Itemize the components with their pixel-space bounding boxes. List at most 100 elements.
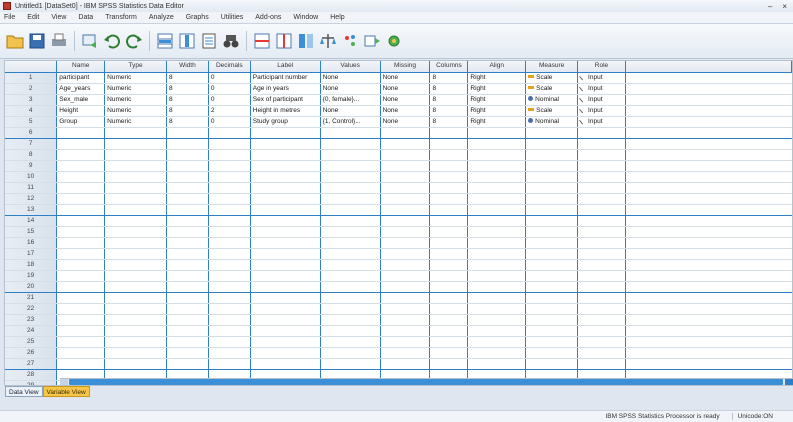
cell-columns[interactable] — [429, 237, 469, 249]
print-icon[interactable] — [50, 30, 68, 52]
cell-values[interactable] — [320, 138, 381, 150]
cell-measure[interactable] — [525, 358, 579, 370]
cell-name[interactable]: participant — [56, 72, 106, 84]
cell-measure[interactable] — [525, 259, 579, 271]
cell-measure[interactable]: Nominal — [525, 94, 579, 106]
cell-align[interactable] — [467, 160, 527, 172]
cell-name[interactable] — [56, 237, 106, 249]
cell-align[interactable] — [467, 259, 527, 271]
cell-measure[interactable] — [525, 248, 579, 260]
table-row[interactable]: 6 — [5, 127, 792, 139]
cell-type[interactable] — [104, 226, 167, 238]
table-row[interactable]: 15 — [5, 226, 792, 238]
cell-label[interactable] — [250, 259, 321, 271]
cell-decimals[interactable] — [208, 149, 251, 161]
cell-decimals[interactable] — [208, 325, 251, 337]
row-number[interactable]: 28 — [5, 369, 58, 381]
cell-label[interactable] — [250, 303, 321, 315]
table-row[interactable]: 21 — [5, 292, 792, 304]
cell-columns[interactable] — [429, 347, 469, 359]
cell-measure[interactable]: Scale — [525, 83, 579, 95]
cell-name[interactable]: Group — [56, 116, 106, 128]
cell-width[interactable] — [166, 358, 209, 370]
cell-align[interactable] — [467, 281, 527, 293]
cell-type[interactable] — [104, 248, 167, 260]
cell-width[interactable]: 8 — [166, 83, 209, 95]
cell-missing[interactable]: None — [380, 83, 431, 95]
table-row[interactable]: 24 — [5, 325, 792, 337]
cell-decimals[interactable] — [208, 226, 251, 238]
cell-missing[interactable] — [380, 226, 431, 238]
cell-values[interactable] — [320, 182, 381, 194]
cell-type[interactable] — [104, 325, 167, 337]
cell-role[interactable] — [577, 325, 626, 337]
column-header[interactable]: Missing — [380, 61, 431, 73]
menu-graphs[interactable]: Graphs — [186, 14, 209, 21]
cell-missing[interactable] — [380, 303, 431, 315]
cell-decimals[interactable]: 0 — [208, 83, 251, 95]
table-row[interactable]: 2 Age_years Numeric 8 0 Age in years None None 8… — [5, 83, 792, 95]
cell-label[interactable]: Sex of participant — [250, 94, 321, 106]
cell-decimals[interactable] — [208, 171, 251, 183]
cell-measure[interactable] — [525, 127, 579, 139]
cell-decimals[interactable] — [208, 215, 251, 227]
cell-columns[interactable]: 8 — [429, 72, 469, 84]
value-labels-icon[interactable] — [363, 30, 381, 52]
cell-align[interactable] — [467, 336, 527, 348]
cell-columns[interactable] — [429, 270, 469, 282]
table-row[interactable]: 25 — [5, 336, 792, 348]
cell-role[interactable] — [577, 149, 626, 161]
cell-missing[interactable]: None — [380, 105, 431, 117]
cell-values[interactable] — [320, 281, 381, 293]
cell-values[interactable]: None — [320, 105, 381, 117]
cell-type[interactable] — [104, 259, 167, 271]
cell-values[interactable] — [320, 248, 381, 260]
cell-label[interactable] — [250, 226, 321, 238]
cell-label[interactable]: Participant number — [250, 72, 321, 84]
menu-utilities[interactable]: Utilities — [221, 14, 244, 21]
row-number[interactable]: 24 — [5, 325, 58, 337]
cell-name[interactable] — [56, 138, 106, 150]
cell-width[interactable] — [166, 193, 209, 205]
cell-align[interactable] — [467, 171, 527, 183]
row-number[interactable]: 23 — [5, 314, 58, 326]
cell-decimals[interactable] — [208, 347, 251, 359]
cell-missing[interactable] — [380, 160, 431, 172]
cell-label[interactable] — [250, 347, 321, 359]
cell-type[interactable] — [104, 138, 167, 150]
row-number[interactable]: 25 — [5, 336, 58, 348]
cell-measure[interactable]: Scale — [525, 72, 579, 84]
cell-width[interactable] — [166, 336, 209, 348]
row-number[interactable]: 3 — [5, 94, 58, 106]
cell-type[interactable] — [104, 336, 167, 348]
row-number[interactable]: 5 — [5, 116, 58, 128]
cell-role[interactable] — [577, 160, 626, 172]
cell-values[interactable] — [320, 193, 381, 205]
cell-role[interactable] — [577, 204, 626, 216]
cell-align[interactable]: Right — [467, 83, 527, 95]
goto-variable-icon[interactable] — [178, 30, 196, 52]
cell-role[interactable] — [577, 226, 626, 238]
cell-label[interactable] — [250, 160, 321, 172]
minimize-icon[interactable]: – — [768, 2, 772, 11]
cell-measure[interactable] — [525, 314, 579, 326]
cell-measure[interactable] — [525, 270, 579, 282]
cell-values[interactable] — [320, 292, 381, 304]
row-number[interactable]: 21 — [5, 292, 58, 304]
cell-type[interactable] — [104, 182, 167, 194]
table-row[interactable]: 26 — [5, 347, 792, 359]
cell-measure[interactable] — [525, 182, 579, 194]
cell-missing[interactable] — [380, 138, 431, 150]
cell-columns[interactable] — [429, 358, 469, 370]
cell-measure[interactable] — [525, 204, 579, 216]
cell-name[interactable] — [56, 149, 106, 161]
menu-file[interactable]: File — [4, 14, 15, 21]
column-header[interactable]: Name — [56, 61, 106, 73]
cell-label[interactable] — [250, 149, 321, 161]
cell-missing[interactable] — [380, 149, 431, 161]
cell-columns[interactable]: 8 — [429, 94, 469, 106]
cell-missing[interactable] — [380, 314, 431, 326]
cell-measure[interactable] — [525, 281, 579, 293]
cell-type[interactable] — [104, 303, 167, 315]
cell-label[interactable] — [250, 270, 321, 282]
